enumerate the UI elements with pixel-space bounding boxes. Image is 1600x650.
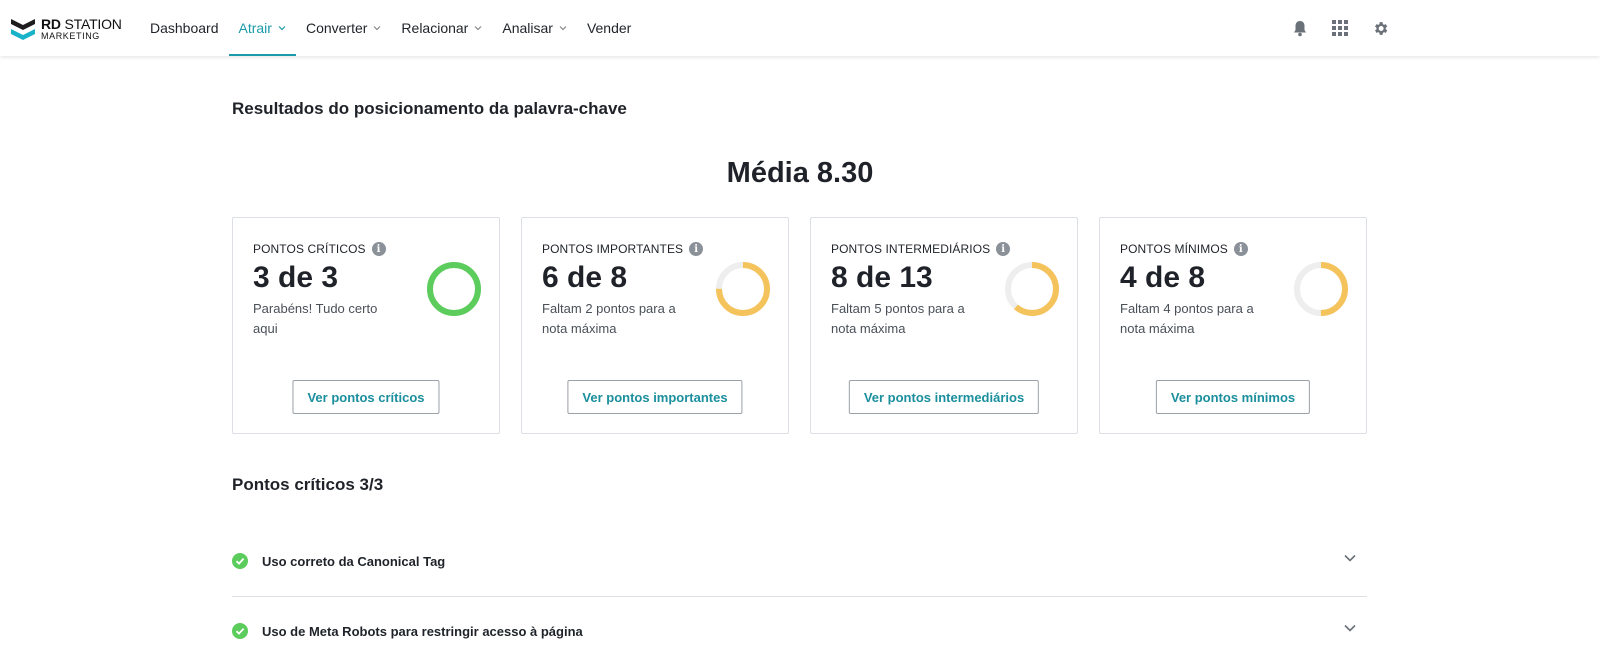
brand-subtitle: MARKETING [41, 31, 100, 41]
card-label: PONTOS INTERMEDIÁRIOS [831, 242, 991, 256]
chevron-down-icon [373, 26, 381, 31]
card-score: 4 de 8 [1120, 261, 1206, 294]
nav-item-label: Converter [305, 20, 368, 36]
chevron-down-icon[interactable] [1343, 621, 1357, 635]
top-navbar: RD STATION MARKETING Dashboard Atrair Co… [0, 0, 1600, 56]
card-score: 3 de 3 [253, 261, 339, 294]
check-circle-icon [232, 553, 248, 569]
card-intermediate: PONTOS INTERMEDIÁRIOS i 8 de 13 Faltam 5 … [810, 217, 1078, 434]
main-nav: Dashboard Atrair Converter Relacionar An… [140, 0, 641, 56]
rd-station-logo[interactable]: RD STATION MARKETING [9, 15, 122, 43]
progress-ring-arc [427, 262, 481, 316]
chevron-down-icon [278, 26, 286, 31]
check-circle-icon [232, 623, 248, 639]
nav-item-label: Analisar [502, 20, 553, 36]
critical-item-label: Uso correto da Canonical Tag [262, 553, 446, 569]
progress-ring [716, 262, 770, 316]
divider [232, 596, 1367, 597]
nav-item-atrair[interactable]: Atrair [228, 0, 297, 56]
card-score: 6 de 8 [542, 261, 628, 294]
view-important-button[interactable]: Ver pontos importantes [567, 380, 743, 414]
critical-item[interactable]: Uso de Meta Robots para restringir acess… [232, 601, 1367, 650]
results-title: Resultados do posicionamento da palavra-… [232, 99, 627, 118]
nav-item-label: Relacionar [401, 20, 469, 36]
card-description: Faltam 2 pontos para a nota máxima [542, 301, 676, 336]
apps-grid-icon[interactable] [1330, 18, 1350, 38]
card-label: PONTOS IMPORTANTES [542, 242, 684, 256]
info-icon[interactable]: i [996, 242, 1011, 256]
nav-item-label: Vender [586, 20, 632, 36]
gear-icon[interactable] [1370, 18, 1390, 38]
nav-item-analisar[interactable]: Analisar [492, 0, 577, 56]
bell-icon[interactable] [1290, 18, 1310, 38]
nav-icons [1290, 18, 1390, 38]
nav-item-label: Dashboard [150, 20, 219, 36]
nav-item-relacionar[interactable]: Relacionar [391, 0, 492, 56]
chevron-down-icon [474, 26, 482, 31]
critical-item-label: Uso de Meta Robots para restringir acess… [262, 623, 583, 639]
card-label: PONTOS MÍNIMOS [1120, 242, 1228, 256]
info-icon[interactable]: i [1233, 242, 1248, 256]
view-minimum-button[interactable]: Ver pontos mínimos [1155, 380, 1311, 414]
progress-ring [1005, 262, 1059, 316]
nav-item-dashboard[interactable]: Dashboard [140, 0, 229, 56]
card-description: Parabéns! Tudo certo aqui [253, 301, 378, 336]
info-icon[interactable]: i [371, 242, 386, 256]
view-critical-button[interactable]: Ver pontos críticos [292, 380, 440, 414]
card-minimum: PONTOS MÍNIMOS i 4 de 8 Faltam 4 pontos p… [1099, 217, 1367, 434]
progress-ring [427, 262, 481, 316]
average-score: Média 8.30 [726, 157, 874, 189]
critical-item[interactable]: Uso correto da Canonical Tag [232, 531, 1367, 591]
card-description: Faltam 5 pontos para a nota máxima [831, 301, 965, 336]
score-cards: PONTOS CRÍTICOS i 3 de 3 Parabéns! Tudo c… [232, 217, 1367, 434]
critical-section-title: Pontos críticos 3/3 [232, 475, 384, 494]
progress-ring [1294, 262, 1348, 316]
info-icon[interactable]: i [689, 242, 704, 256]
brand-name-rest: STATION [60, 16, 122, 32]
card-label: PONTOS CRÍTICOS [253, 242, 366, 256]
card-score: 8 de 13 [831, 261, 933, 294]
card-critical: PONTOS CRÍTICOS i 3 de 3 Parabéns! Tudo c… [232, 217, 500, 434]
logo-mark-icon [11, 19, 35, 40]
nav-item-converter[interactable]: Converter [296, 0, 391, 56]
chevron-down-icon [559, 26, 567, 31]
brand-name-bold: RD [41, 16, 61, 32]
nav-item-vender[interactable]: Vender [577, 0, 641, 56]
nav-item-label: Atrair [238, 20, 272, 36]
view-intermediate-button[interactable]: Ver pontos intermediários [848, 380, 1040, 414]
card-important: PONTOS IMPORTANTES i 6 de 8 Faltam 2 pont… [521, 217, 789, 434]
chevron-down-icon[interactable] [1343, 551, 1357, 565]
card-description: Faltam 4 pontos para a nota máxima [1120, 301, 1254, 336]
